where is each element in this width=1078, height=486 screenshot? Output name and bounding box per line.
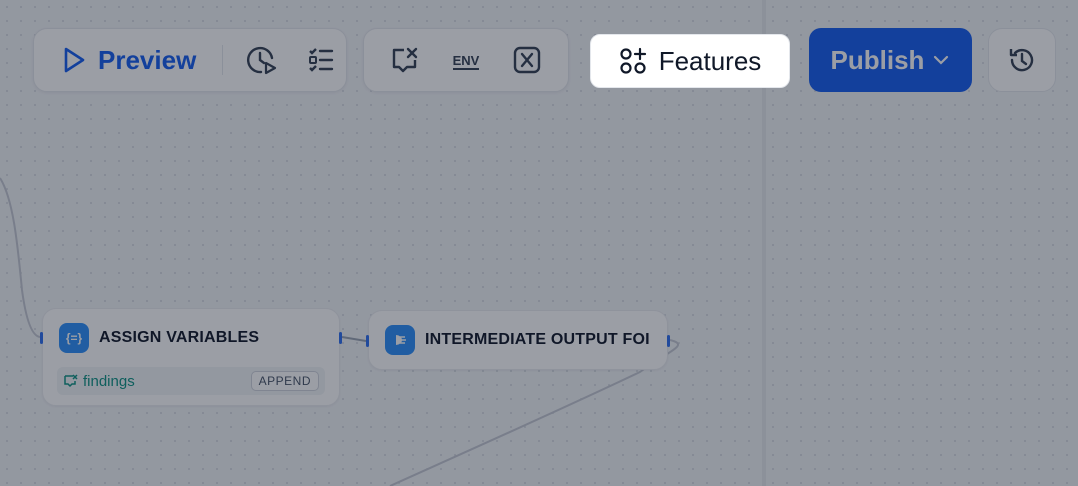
chevron-down-icon [934, 55, 949, 65]
variable-label: findings [83, 372, 135, 390]
chat-variable-icon [64, 374, 78, 388]
apps-plus-icon [620, 47, 646, 74]
conversation-variables-button[interactable] [383, 38, 427, 82]
node-title: ASSIGN VARIABLES [99, 329, 260, 346]
version-history-button[interactable] [988, 28, 1056, 92]
publish-button[interactable]: Publish [809, 28, 972, 92]
history-icon [1009, 48, 1034, 72]
workflow-canvas[interactable]: {=} ASSIGN VARIABLES findings APPEND INT… [0, 0, 1078, 486]
variable-name: findings [63, 373, 135, 390]
environment-variables-button[interactable]: ENV [444, 38, 488, 82]
run-toolbar: Preview [33, 28, 347, 92]
preview-button[interactable]: Preview [62, 45, 196, 76]
variable-x-icon [514, 46, 541, 74]
edge-assign-to-intermediate [341, 336, 367, 342]
toolbar-divider [222, 45, 224, 75]
assign-variables-icon: {=} [59, 323, 89, 353]
output-handle[interactable] [339, 332, 342, 344]
input-handle[interactable] [40, 332, 43, 344]
node-header: INTERMEDIATE OUTPUT FOI [369, 311, 667, 369]
variables-toolbar: ENV [363, 28, 569, 92]
assigned-variable-row: findings APPEND [57, 367, 325, 395]
checklist-icon [309, 48, 334, 72]
node-assign-variables[interactable]: {=} ASSIGN VARIABLES findings APPEND [40, 308, 342, 406]
features-label: Features [658, 45, 762, 76]
publish-label: Publish [830, 44, 925, 75]
env-icon: ENV [453, 53, 480, 70]
checklist-button[interactable] [299, 38, 343, 82]
global-variables-button[interactable] [505, 38, 549, 82]
chat-variable-icon [392, 47, 417, 73]
node-header: {=} ASSIGN VARIABLES [43, 309, 339, 367]
env-label: ENV [453, 53, 480, 68]
edge-incoming-assign [0, 177, 41, 338]
operation-badge: APPEND [250, 371, 319, 391]
run-history-button[interactable] [239, 38, 283, 82]
preview-label: Preview [98, 44, 197, 75]
answer-icon [385, 325, 415, 355]
output-handle[interactable] [667, 335, 670, 347]
input-handle[interactable] [366, 335, 369, 347]
play-icon [64, 47, 85, 73]
features-button[interactable]: Features [590, 34, 790, 88]
node-title: INTERMEDIATE OUTPUT FOI [425, 331, 649, 348]
node-intermediate-output[interactable]: INTERMEDIATE OUTPUT FOI [366, 310, 670, 370]
clock-play-icon [247, 46, 277, 75]
